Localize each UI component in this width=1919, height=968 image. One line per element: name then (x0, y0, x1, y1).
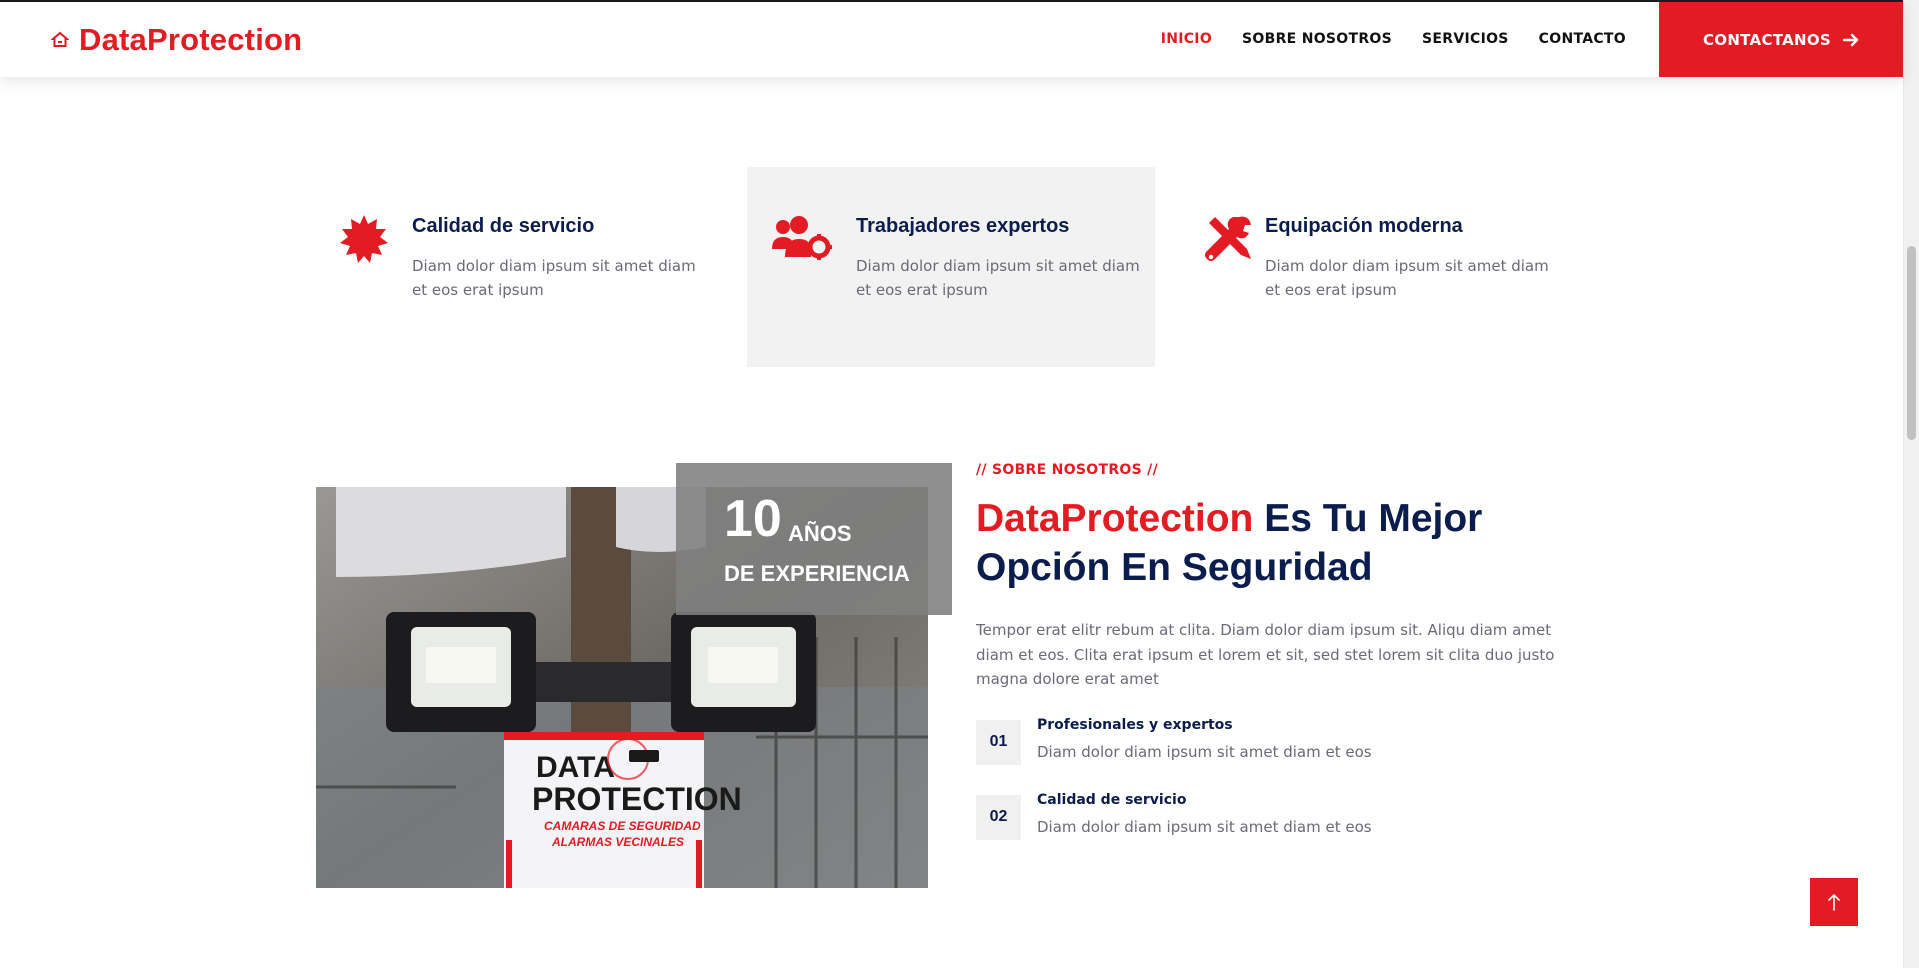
arrow-right-icon (1843, 33, 1859, 46)
about-section: // SOBRE NOSOTROS // DataProtection Es T… (976, 462, 1596, 870)
experience-years: 10 (724, 490, 782, 548)
feature-title: Calidad de servicio (412, 215, 595, 237)
home-icon (51, 31, 69, 47)
navbar: DataProtection INICIO SOBRE NOSOTROS SER… (0, 0, 1903, 77)
about-point: 02 Calidad de servicio Diam dolor diam i… (976, 791, 1596, 870)
point-number: 01 (976, 719, 1021, 765)
feature-title: Equipación moderna (1265, 215, 1463, 237)
point-title: Profesionales y expertos (1037, 716, 1233, 733)
feature-card-equipacion: Equipación moderna Diam dolor diam ipsum… (1169, 167, 1577, 367)
sign-text-camaras: CAMARAS DE SEGURIDAD (544, 819, 701, 833)
nav-link-sobre-nosotros[interactable]: SOBRE NOSOTROS (1242, 31, 1392, 47)
about-point: 01 Profesionales y expertos Diam dolor d… (976, 716, 1596, 795)
feature-desc: Diam dolor diam ipsum sit amet diam et e… (856, 257, 1140, 299)
feature-title: Trabajadores expertos (856, 215, 1070, 237)
main-nav: INICIO SOBRE NOSOTROS SERVICIOS CONTACTO (1161, 31, 1626, 47)
starburst-icon (340, 215, 388, 263)
brand-logo[interactable]: DataProtection (51, 22, 302, 58)
arrow-up-icon (1828, 894, 1840, 911)
point-desc: Diam dolor diam ipsum sit amet diam et e… (1037, 817, 1372, 836)
sign-text-alarmas: ALARMAS VECINALES (551, 835, 684, 849)
nav-link-inicio[interactable]: INICIO (1161, 31, 1212, 47)
contact-cta-button[interactable]: CONTACTANOS (1659, 2, 1903, 77)
brand-name: DataProtection (79, 22, 303, 57)
about-text: Tempor erat elitr rebum at clita. Diam d… (976, 621, 1555, 688)
feature-card-calidad: Calidad de servicio Diam dolor diam ipsu… (316, 167, 724, 367)
point-number: 02 (976, 794, 1021, 840)
page-scrollbar[interactable] (1903, 0, 1919, 968)
nav-link-servicios[interactable]: SERVICIOS (1422, 31, 1509, 47)
experience-unit: AÑOS (788, 521, 852, 546)
point-title: Calidad de servicio (1037, 791, 1187, 808)
sign-text-protection: PROTECTION (532, 781, 742, 817)
about-eyebrow: // SOBRE NOSOTROS // (976, 462, 1158, 478)
sign-text-data: DATA (536, 751, 615, 784)
point-desc: Diam dolor diam ipsum sit amet diam et e… (1037, 742, 1372, 761)
about-title: DataProtection Es Tu Mejor Opción En Seg… (976, 494, 1596, 592)
experience-subtitle: DE EXPERIENCIA (724, 561, 910, 586)
tools-icon (1205, 216, 1251, 261)
feature-card-trabajadores: Trabajadores expertos Diam dolor diam ip… (747, 167, 1155, 367)
feature-desc: Diam dolor diam ipsum sit amet diam et e… (412, 257, 696, 299)
features-section: Calidad de servicio Diam dolor diam ipsu… (316, 167, 1586, 367)
experience-badge: 10 AÑOS DE EXPERIENCIA (676, 463, 952, 615)
scrollbar-thumb[interactable] (1907, 246, 1916, 440)
contact-cta-label: CONTACTANOS (1702, 30, 1832, 49)
back-to-top-button[interactable] (1810, 878, 1858, 926)
nav-link-contacto[interactable]: CONTACTO (1539, 31, 1626, 47)
about-title-accent: DataProtection (976, 497, 1254, 540)
users-cog-icon (772, 216, 832, 260)
feature-desc: Diam dolor diam ipsum sit amet diam et e… (1265, 257, 1549, 299)
